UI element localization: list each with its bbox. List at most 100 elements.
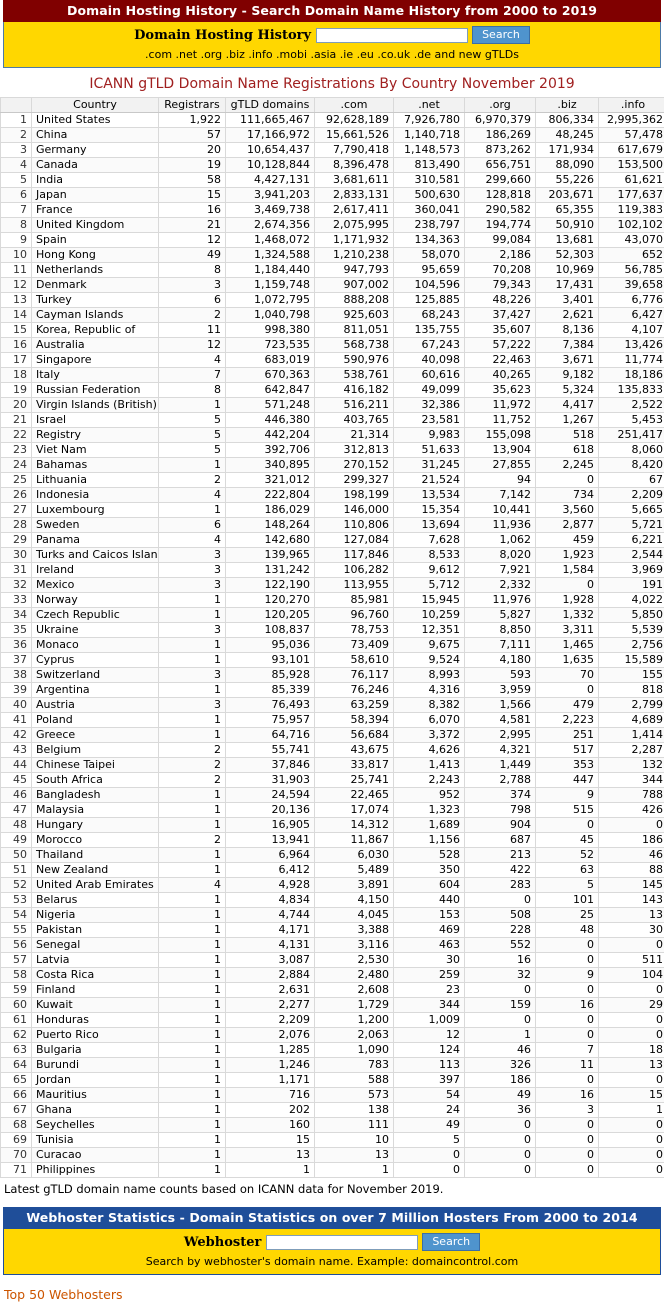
table-row[interactable]: 2China5717,166,97215,661,5261,140,718186… [1,128,664,143]
table-row[interactable]: 68Seychelles11601114900000 [1,1118,664,1133]
table-row[interactable]: 30Turks and Caicos Islands3139,965117,84… [1,548,664,563]
top-50-webhosters-link[interactable]: Top 50 Webhosters [0,1275,664,1306]
cell-org: 213 [465,848,536,863]
table-row[interactable]: 58Costa Rica12,8842,48025932910400 [1,968,664,983]
table-row[interactable]: 6Japan153,941,2032,833,131500,630128,818… [1,188,664,203]
table-row[interactable]: 20Virgin Islands (British)1571,248516,21… [1,398,664,413]
table-row[interactable]: 11Netherlands81,184,440947,79395,65970,2… [1,263,664,278]
table-row[interactable]: 12Denmark31,159,748907,002104,59679,3431… [1,278,664,293]
cell-country: Austria [32,698,159,713]
table-row[interactable]: 17Singapore4683,019590,97640,09822,4633,… [1,353,664,368]
table-row[interactable]: 3Germany2010,654,4377,790,4181,148,57387… [1,143,664,158]
table-row[interactable]: 37Cyprus193,10158,6109,5244,1801,63515,5… [1,653,664,668]
webhoster-search-input[interactable] [266,1235,418,1250]
table-row[interactable]: 28Sweden6148,264110,80613,69411,9362,877… [1,518,664,533]
table-row[interactable]: 1United States1,922111,665,46792,628,189… [1,113,664,128]
table-row[interactable]: 56Senegal14,1313,1164635520000 [1,938,664,953]
domain-search-input[interactable] [316,28,468,43]
table-row[interactable]: 38Switzerland385,92876,1178,993593701550… [1,668,664,683]
col-biz[interactable]: .biz [536,98,599,113]
col-country[interactable]: Country [32,98,159,113]
table-row[interactable]: 23Viet Nam5392,706312,81351,63313,904618… [1,443,664,458]
col-info[interactable]: .info [599,98,664,113]
table-row[interactable]: 70Curacao11313000000 [1,1148,664,1163]
table-row[interactable]: 7France163,469,7382,617,411360,041290,58… [1,203,664,218]
cell-country: Ukraine [32,623,159,638]
table-row[interactable]: 32Mexico3122,190113,9555,7122,332019100 [1,578,664,593]
table-row[interactable]: 69Tunisia11510500000 [1,1133,664,1148]
table-row[interactable]: 33Norway1120,27085,98115,94511,9761,9284… [1,593,664,608]
table-row[interactable]: 52United Arab Emirates44,9283,8916042835… [1,878,664,893]
cell-biz: 0 [536,578,599,593]
table-row[interactable]: 63Bulgaria11,2851,0901244671800 [1,1043,664,1058]
webhoster-search-button[interactable]: Search [422,1233,480,1251]
table-row[interactable]: 44Chinese Taipei237,84633,8171,4131,4493… [1,758,664,773]
cell-rank: 28 [1,518,32,533]
table-row[interactable]: 18Italy7670,363538,76160,61640,2659,1821… [1,368,664,383]
table-row[interactable]: 25Lithuania2321,012299,32721,5249406700 [1,473,664,488]
cell-country: United Kingdom [32,218,159,233]
table-row[interactable]: 15Korea, Republic of11998,380811,051135,… [1,323,664,338]
table-row[interactable]: 29Panama4142,680127,0847,6281,0624596,22… [1,533,664,548]
table-row[interactable]: 64Burundi11,246783113326111300 [1,1058,664,1073]
domain-search-button[interactable]: Search [472,26,530,44]
cell-net: 1,689 [394,818,465,833]
col-com[interactable]: .com [315,98,394,113]
cell-info: 511 [599,953,664,968]
cell-org: 593 [465,668,536,683]
table-row[interactable]: 24Bahamas1340,895270,15231,24527,8552,24… [1,458,664,473]
table-row[interactable]: 14Cayman Islands21,040,798925,60368,2433… [1,308,664,323]
table-row[interactable]: 10Hong Kong491,324,5881,210,23858,0702,1… [1,248,664,263]
table-row[interactable]: 4Canada1910,128,8448,396,478813,490656,7… [1,158,664,173]
table-row[interactable]: 42Greece164,71656,6843,3722,9952511,4140… [1,728,664,743]
table-row[interactable]: 71Philippines111000000 [1,1163,664,1178]
table-row[interactable]: 43Belgium255,74143,6754,6264,3215172,287… [1,743,664,758]
table-row[interactable]: 27Luxembourg1186,029146,00015,35410,4413… [1,503,664,518]
table-row[interactable]: 54Nigeria14,7444,045153508251300 [1,908,664,923]
cell-com: 113,955 [315,578,394,593]
cell-info: 186 [599,833,664,848]
table-row[interactable]: 26Indonesia4222,804198,19913,5347,142734… [1,488,664,503]
table-row[interactable]: 8United Kingdom212,674,3562,075,995238,7… [1,218,664,233]
table-row[interactable]: 31Ireland3131,242106,2829,6127,9211,5843… [1,563,664,578]
table-row[interactable]: 62Puerto Rico12,0762,0631210000 [1,1028,664,1043]
table-row[interactable]: 67Ghana120213824363100 [1,1103,664,1118]
table-row[interactable]: 16Australia12723,535568,73867,24357,2227… [1,338,664,353]
table-row[interactable]: 41Poland175,95758,3946,0704,5812,2234,68… [1,713,664,728]
cell-country: Belgium [32,743,159,758]
table-row[interactable]: 19Russian Federation8642,847416,18249,09… [1,383,664,398]
col-registrars[interactable]: Registrars [159,98,226,113]
table-row[interactable]: 5India584,427,1313,681,611310,581299,660… [1,173,664,188]
table-row[interactable]: 49Morocco213,94111,8671,1566874518600 [1,833,664,848]
cell-country: Greece [32,728,159,743]
table-row[interactable]: 55Pakistan14,1713,388469228483062 [1,923,664,938]
col-gtld[interactable]: gTLD domains [226,98,315,113]
cell-info: 46 [599,848,664,863]
table-row[interactable]: 22Registry5442,20421,3149,983155,0985182… [1,428,664,443]
table-row[interactable]: 45South Africa231,90325,7412,2432,788447… [1,773,664,788]
table-row[interactable]: 39Argentina185,33976,2464,3163,959081800 [1,683,664,698]
table-row[interactable]: 53Belarus14,8344,150440010114300 [1,893,664,908]
table-row[interactable]: 65Jordan11,1715883971860000 [1,1073,664,1088]
table-row[interactable]: 51New Zealand16,4125,489350422638800 [1,863,664,878]
table-row[interactable]: 46Bangladesh124,59422,465952374978833 [1,788,664,803]
table-row[interactable]: 40Austria376,49363,2598,3821,5664792,799… [1,698,664,713]
col-net[interactable]: .net [394,98,465,113]
table-row[interactable]: 57Latvia13,0872,5303016051100 [1,953,664,968]
col-org[interactable]: .org [465,98,536,113]
table-row[interactable]: 61Honduras12,2091,2001,00900000 [1,1013,664,1028]
table-row[interactable]: 59Finland12,6312,6082300000 [1,983,664,998]
table-row[interactable]: 50Thailand16,9646,0305282135246293 [1,848,664,863]
table-row[interactable]: 36Monaco195,03673,4099,6757,1111,4652,75… [1,638,664,653]
table-row[interactable]: 60Kuwait12,2771,729344159162900 [1,998,664,1013]
table-row[interactable]: 35Ukraine3108,83778,75312,3518,8503,3115… [1,623,664,638]
table-row[interactable]: 13Turkey61,072,795888,208125,88548,2263,… [1,293,664,308]
col-rank[interactable] [1,98,32,113]
table-row[interactable]: 9Spain121,468,0721,171,932134,36399,0841… [1,233,664,248]
table-row[interactable]: 47Malaysia120,13617,0741,32379851542600 [1,803,664,818]
table-row[interactable]: 34Czech Republic1120,20596,76010,2595,82… [1,608,664,623]
table-row[interactable]: 48Hungary116,90514,3121,6899040000 [1,818,664,833]
table-row[interactable]: 21Israel5446,380403,76523,58111,7521,267… [1,413,664,428]
table-row[interactable]: 66Mauritius17165735449161590 [1,1088,664,1103]
cell-com: 947,793 [315,263,394,278]
